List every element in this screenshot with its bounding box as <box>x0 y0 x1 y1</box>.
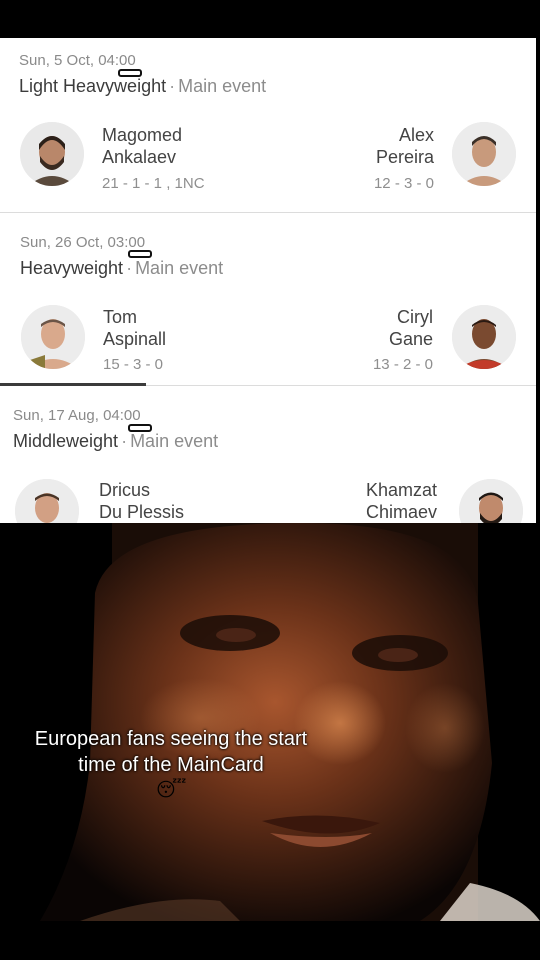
fighter2-last-name: Gane <box>388 329 433 349</box>
event-date: Sun, 17 Aug, 04:00 <box>13 407 141 424</box>
fighter2-first-name: Ciryl <box>397 307 433 327</box>
separator: · <box>121 431 128 451</box>
fighter1-last-name: Du Plessis <box>99 502 185 522</box>
fighter1-name: Magomed Ankalaev <box>102 124 182 168</box>
event-date: Sun, 26 Oct, 03:00 <box>20 234 146 251</box>
fighter1-last-name: Aspinall <box>103 329 167 349</box>
weight-class: Middleweight <box>13 431 119 451</box>
fighter-avatar-pereira[interactable] <box>452 122 516 186</box>
sleepy-face-icon: 😴 <box>156 780 187 801</box>
event-date: Sun, 5 Oct, 04:00 <box>19 52 136 69</box>
event-tag: Main event <box>178 76 267 96</box>
fight-card-1[interactable]: Sun, 5 Oct, 04:00 Light Heavyweight · Main… <box>0 38 536 212</box>
fight-schedule-screenshot: Sun, 5 Oct, 04:00 Light Heavyweight · Main… <box>0 38 536 578</box>
weight-class: Light Heavyweight <box>19 76 167 96</box>
fighter1-first-name: Magomed <box>102 125 183 145</box>
fighter2-name: Alex Pereira <box>376 124 434 168</box>
fighter2-record: 12 - 3 - 0 <box>373 175 434 192</box>
weight-class: Heavyweight <box>20 258 124 278</box>
fight-card-2[interactable]: Sun, 26 Oct, 03:00 Heavyweight · Main even… <box>0 213 536 385</box>
fighter1-record: 21 - 1 - 1 , 1NC <box>102 175 205 192</box>
caption-text: European fans seeing the start time of t… <box>34 728 308 776</box>
time-highlight-marker <box>128 250 152 258</box>
fighter1-record: 15 - 3 - 0 <box>103 356 164 373</box>
fighter1-name: Dricus Du Plessis <box>99 479 184 523</box>
reaction-face-image <box>0 523 540 921</box>
fighter-avatar-ankalaev[interactable] <box>20 122 84 186</box>
event-tag: Main event <box>135 258 224 278</box>
fighter2-name: Khamzat Chimaev <box>366 479 437 523</box>
separator: · <box>126 258 133 278</box>
fighter1-name: Tom Aspinall <box>103 306 166 350</box>
fighter1-first-name: Dricus <box>99 480 151 500</box>
fighter2-record: 13 - 2 - 0 <box>372 356 433 373</box>
weight-class-line: Middleweight · Main event <box>13 431 218 452</box>
fighter-avatar-aspinall[interactable] <box>21 305 85 369</box>
fighter2-first-name: Khamzat <box>365 480 437 500</box>
fighter-avatar-gane[interactable] <box>452 305 516 369</box>
fighter2-last-name: Chimaev <box>365 502 437 522</box>
card-divider <box>146 385 536 386</box>
fighter1-first-name: Tom <box>103 307 138 327</box>
fighter2-first-name: Alex <box>398 125 434 145</box>
scroll-progress-indicator <box>0 383 146 386</box>
weight-class-line: Light Heavyweight · Main event <box>19 76 266 97</box>
separator: · <box>169 76 176 96</box>
weight-class-line: Heavyweight · Main event <box>20 258 223 279</box>
fighter2-last-name: Pereira <box>375 147 434 167</box>
event-tag: Main event <box>130 431 219 451</box>
fighter1-last-name: Ankalaev <box>102 147 177 167</box>
fighter2-name: Ciryl Gane <box>389 306 433 350</box>
